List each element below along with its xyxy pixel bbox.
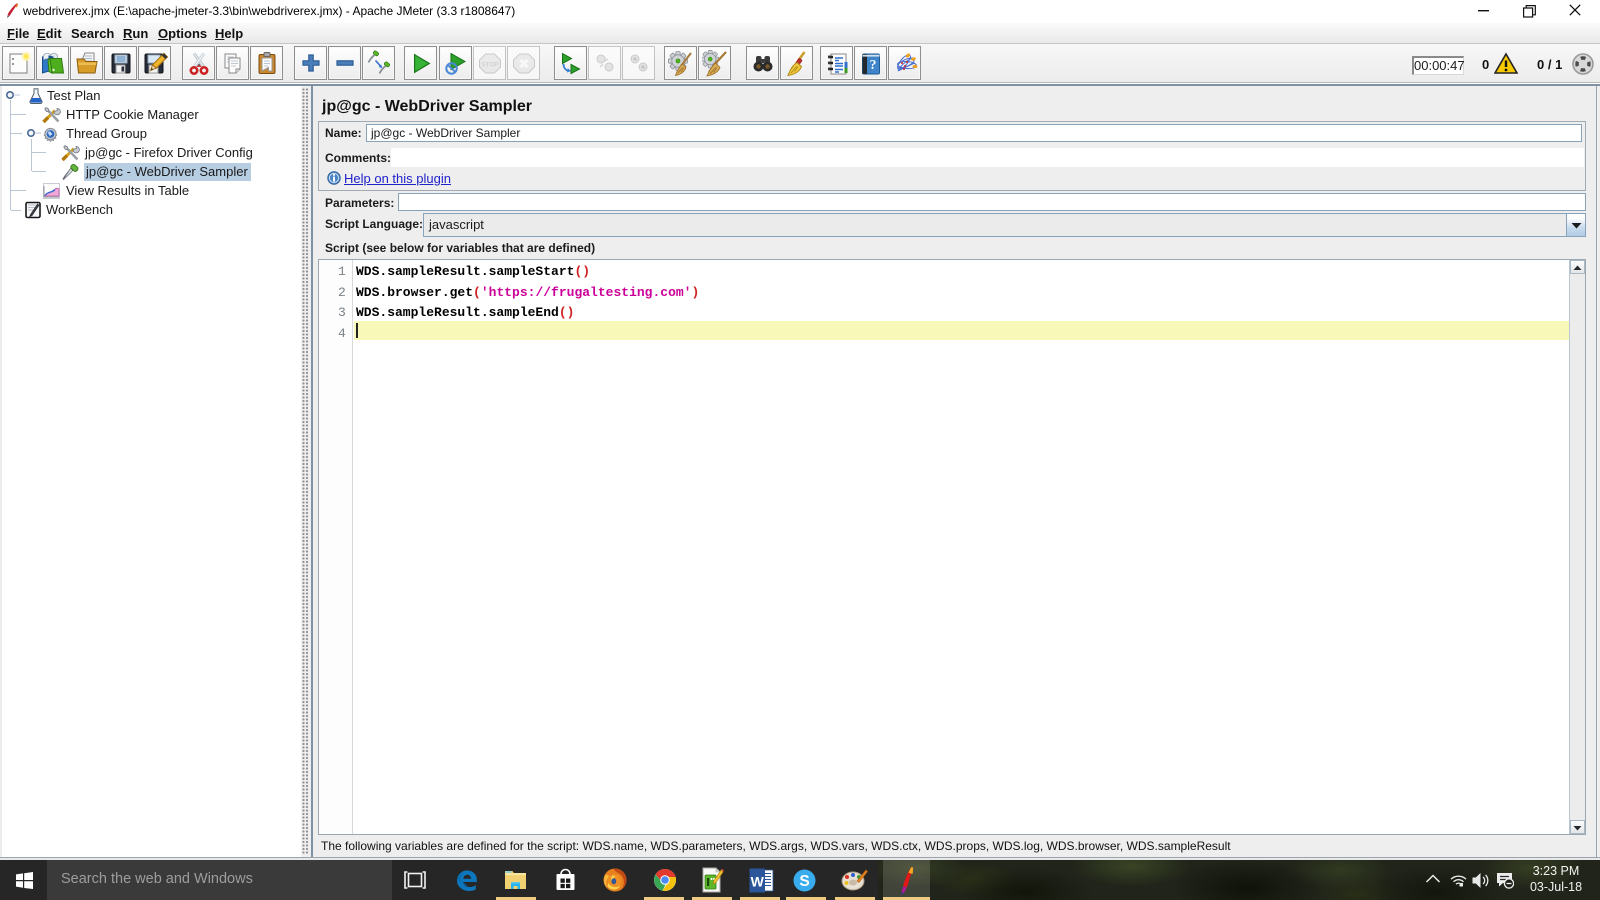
svg-text:STOP: STOP (481, 62, 499, 69)
svg-text:W: W (751, 874, 765, 890)
svg-text:S: S (799, 873, 809, 890)
svg-text:?: ? (870, 58, 877, 73)
